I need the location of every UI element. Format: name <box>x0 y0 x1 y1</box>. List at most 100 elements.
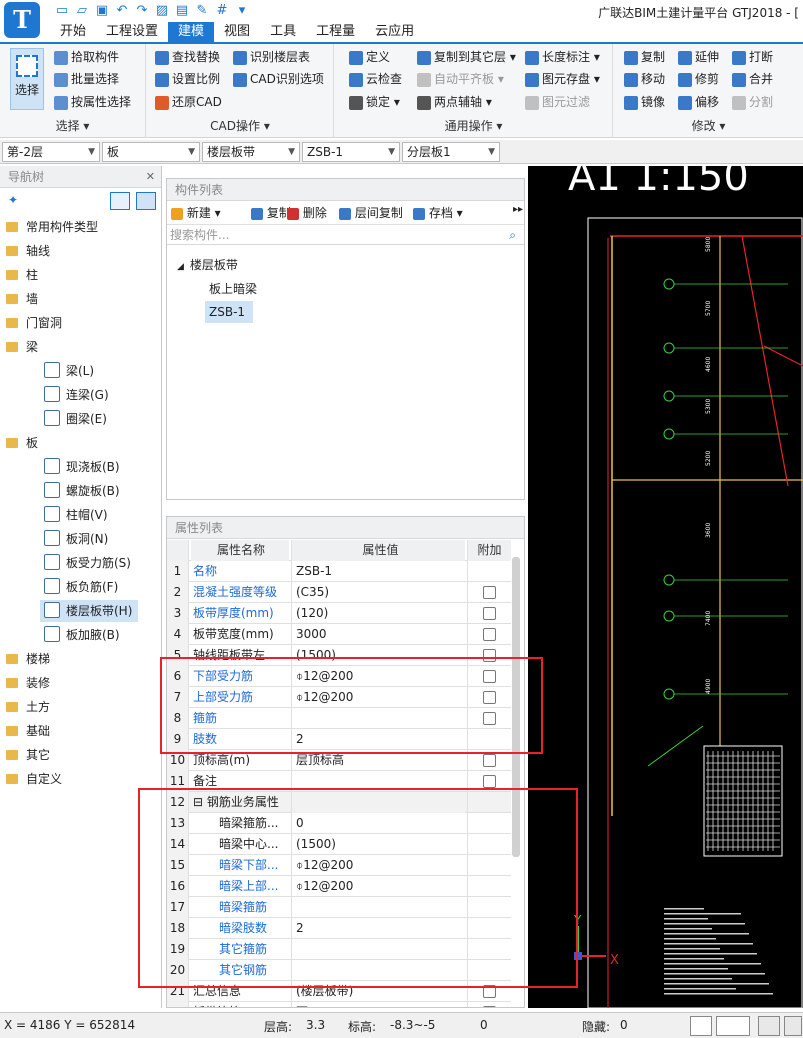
layers-icon[interactable]: ▤ <box>174 3 190 19</box>
restore-cad-button[interactable]: 还原CAD <box>155 92 222 112</box>
property-row[interactable]: 2 混凝土强度等级 (C35) <box>167 582 511 603</box>
property-value[interactable] <box>291 771 465 792</box>
save-icon[interactable]: ▣ <box>94 3 110 19</box>
nav-item[interactable]: 现浇板(B) <box>44 456 120 478</box>
element-filter-button[interactable]: 图元过滤 <box>525 92 590 112</box>
property-value[interactable]: (C35) <box>291 582 465 603</box>
property-row[interactable]: 12 ⊟ 钢筋业务属性 <box>167 792 511 813</box>
property-row[interactable]: 11 备注 <box>167 771 511 792</box>
property-row[interactable]: 4 板带宽度(mm) 3000 <box>167 624 511 645</box>
property-value[interactable]: ZSB-1 <box>291 561 465 582</box>
pick-component-button[interactable]: 拾取构件 <box>54 47 119 67</box>
property-row[interactable]: 9 肢数 2 <box>167 729 511 750</box>
lock-button[interactable]: 锁定 ▾ <box>349 92 400 112</box>
property-row[interactable]: 13 暗梁箍筋... 0 <box>167 813 511 834</box>
property-row[interactable]: 10 顶标高(m) 层顶标高 <box>167 750 511 771</box>
extend-button[interactable]: 延伸 <box>678 47 719 67</box>
sparkle-icon[interactable]: ✦ <box>8 193 18 207</box>
floor-select[interactable]: 第-2层 ▼ <box>2 142 100 162</box>
property-row[interactable]: 5 轴线距板带左 (1500) <box>167 645 511 666</box>
search-input[interactable]: 搜索构件... ⌕ <box>167 225 524 245</box>
property-row[interactable]: 7 上部受力筋 ⌽12@200 <box>167 687 511 708</box>
property-value[interactable] <box>291 897 465 918</box>
copy-to-floor-button[interactable]: 复制到其它层 ▾ <box>417 47 516 67</box>
property-value[interactable]: (1500) <box>291 645 465 666</box>
nav-item[interactable]: 自定义 <box>6 768 62 790</box>
property-value[interactable]: 层顶标高 <box>291 750 465 771</box>
property-row[interactable]: 8 箍筋 <box>167 708 511 729</box>
component-select[interactable]: ZSB-1 ▼ <box>302 142 400 162</box>
new-button[interactable]: 新建 ▾ <box>171 204 221 221</box>
grid-icon[interactable]: # <box>214 3 230 19</box>
mirror-button[interactable]: 镜像 <box>624 92 665 112</box>
nav-item[interactable]: 轴线 <box>6 240 50 262</box>
select-button[interactable]: 选择 <box>10 48 44 110</box>
nav-item[interactable]: 梁 <box>6 336 38 358</box>
copy-component-button[interactable]: 复制 <box>251 204 291 221</box>
list-view-icon[interactable] <box>110 192 130 210</box>
nav-item[interactable]: 板 <box>6 432 38 454</box>
split-button[interactable]: 分割 <box>732 92 773 112</box>
cad-viewport[interactable]: A1 1:150 5800 5700 4600 5300 5200 3600 7400 490… <box>528 166 803 1008</box>
property-value[interactable]: (120) <box>291 603 465 624</box>
property-row[interactable]: 19 其它箍筋 <box>167 939 511 960</box>
tab-tools[interactable]: 工具 <box>260 22 306 42</box>
more-icon[interactable]: ▾ <box>234 3 250 19</box>
tree-item-concealed-beam[interactable]: 板上暗梁 <box>209 279 257 299</box>
nav-item[interactable]: 其它 <box>6 744 50 766</box>
extra-checkbox[interactable] <box>483 670 496 683</box>
nav-item[interactable]: 板受力筋(S) <box>44 552 131 574</box>
more-icon[interactable]: ▸▸ <box>513 204 523 215</box>
nav-item[interactable]: 基础 <box>6 720 50 742</box>
subtype-select[interactable]: 楼层板带 ▼ <box>202 142 300 162</box>
open-folder-icon[interactable]: ▱ <box>74 3 90 19</box>
nav-item[interactable]: 楼层板带(H) <box>40 600 139 622</box>
property-value[interactable]: 3000 <box>291 624 465 645</box>
tree-item-zsb1[interactable]: ZSB-1 <box>205 301 254 323</box>
property-value[interactable]: (楼层板带) <box>291 981 465 1002</box>
tab-quantities[interactable]: 工程量 <box>306 22 365 42</box>
image-icon[interactable]: ▨ <box>154 3 170 19</box>
property-value[interactable]: 否 <box>291 1002 465 1007</box>
property-row[interactable]: 1 名称 ZSB-1 <box>167 561 511 582</box>
nav-item[interactable]: 梁(L) <box>44 360 94 382</box>
extra-checkbox[interactable] <box>483 691 496 704</box>
nav-item[interactable]: 板加腋(B) <box>44 624 120 646</box>
floor-copy-button[interactable]: 层间复制 <box>339 204 403 221</box>
tab-cloud[interactable]: 云应用 <box>365 22 424 42</box>
ortho-icon[interactable] <box>690 1016 712 1036</box>
break-button[interactable]: 打断 <box>732 47 773 67</box>
property-scrollbar[interactable] <box>512 557 520 857</box>
extra-checkbox[interactable] <box>483 607 496 620</box>
property-row[interactable]: 6 下部受力筋 ⌽12@200 <box>167 666 511 687</box>
tab-project-settings[interactable]: 工程设置 <box>96 22 168 42</box>
layer-select[interactable]: 分层板1 ▼ <box>402 142 500 162</box>
extra-checkbox[interactable] <box>483 712 496 725</box>
extra-checkbox[interactable] <box>483 586 496 599</box>
find-replace-button[interactable]: 查找替换 <box>155 47 220 67</box>
redo-icon[interactable]: ↷ <box>134 3 150 19</box>
type-select[interactable]: 板 ▼ <box>102 142 200 162</box>
cad-options-button[interactable]: CAD识别选项 <box>233 69 324 89</box>
undo-icon[interactable]: ↶ <box>114 3 130 19</box>
property-row[interactable]: 3 板带厚度(mm) (120) <box>167 603 511 624</box>
property-value[interactable]: (1500) <box>291 834 465 855</box>
two-point-axis-button[interactable]: 两点辅轴 ▾ <box>417 92 492 112</box>
tree-root[interactable]: ◢ 楼层板带 <box>177 255 238 275</box>
nav-item[interactable]: 门窗洞 <box>6 312 62 334</box>
nav-item[interactable]: 板洞(N) <box>44 528 108 550</box>
extra-checkbox[interactable] <box>483 628 496 641</box>
nav-item[interactable]: 螺旋板(B) <box>44 480 120 502</box>
property-value[interactable] <box>291 939 465 960</box>
save-elements-button[interactable]: 图元存盘 ▾ <box>525 69 600 89</box>
snap-dropdown-icon[interactable] <box>716 1016 750 1036</box>
tab-view[interactable]: 视图 <box>214 22 260 42</box>
property-value[interactable]: ⌽12@200 <box>291 687 465 708</box>
length-dim-button[interactable]: 长度标注 ▾ <box>525 47 600 67</box>
angle-icon[interactable] <box>784 1016 802 1036</box>
nav-item[interactable]: 板负筋(F) <box>44 576 118 598</box>
archive-button[interactable]: 存档 ▾ <box>413 204 463 221</box>
property-value[interactable] <box>291 792 465 813</box>
nav-item[interactable]: 楼梯 <box>6 648 50 670</box>
set-scale-button[interactable]: 设置比例 <box>155 69 220 89</box>
